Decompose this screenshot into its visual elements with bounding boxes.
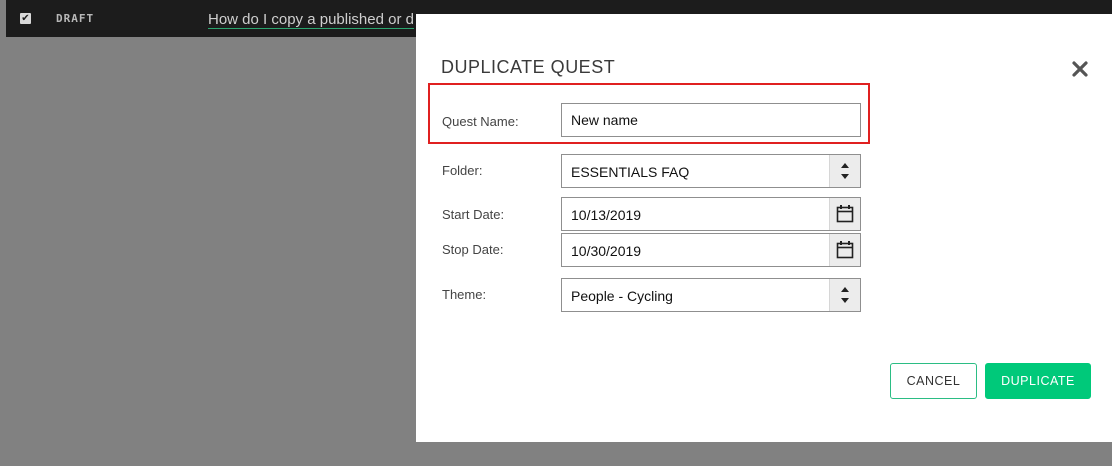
folder-value: ESSENTIALS FAQ xyxy=(571,164,690,180)
quest-name-field xyxy=(561,103,861,137)
start-date-value: 10/13/2019 xyxy=(571,207,642,223)
close-icon[interactable] xyxy=(1070,59,1090,79)
duplicate-quest-modal: DUPLICATE QUEST Quest Name: Folder: ESSE… xyxy=(416,14,1112,442)
folder-select[interactable]: ESSENTIALS FAQ xyxy=(561,154,861,188)
select-arrows-icon[interactable] xyxy=(829,155,860,187)
row-title-link: How do I copy a published or d xyxy=(208,11,414,29)
stop-date-field[interactable]: 10/30/2019 xyxy=(561,233,861,267)
modal-title: DUPLICATE QUEST xyxy=(441,57,616,77)
duplicate-button[interactable]: DUPLICATE xyxy=(985,363,1091,399)
select-arrows-icon[interactable] xyxy=(829,279,860,311)
calendar-icon[interactable] xyxy=(829,198,860,230)
row-status: DRAFT xyxy=(56,12,95,25)
quest-name-input[interactable] xyxy=(562,104,860,136)
stop-date-label: Stop Date: xyxy=(442,242,504,257)
theme-value: People - Cycling xyxy=(571,288,673,304)
checkbox-icon: ✔ xyxy=(20,13,31,24)
start-date-label: Start Date: xyxy=(442,207,505,222)
calendar-icon[interactable] xyxy=(829,234,860,266)
quest-name-label: Quest Name: xyxy=(442,114,519,129)
folder-label: Folder: xyxy=(442,163,483,178)
start-date-field[interactable]: 10/13/2019 xyxy=(561,197,861,231)
theme-select[interactable]: People - Cycling xyxy=(561,278,861,312)
stop-date-value: 10/30/2019 xyxy=(571,243,642,259)
cancel-button[interactable]: CANCEL xyxy=(890,363,977,399)
theme-label: Theme: xyxy=(442,287,487,302)
